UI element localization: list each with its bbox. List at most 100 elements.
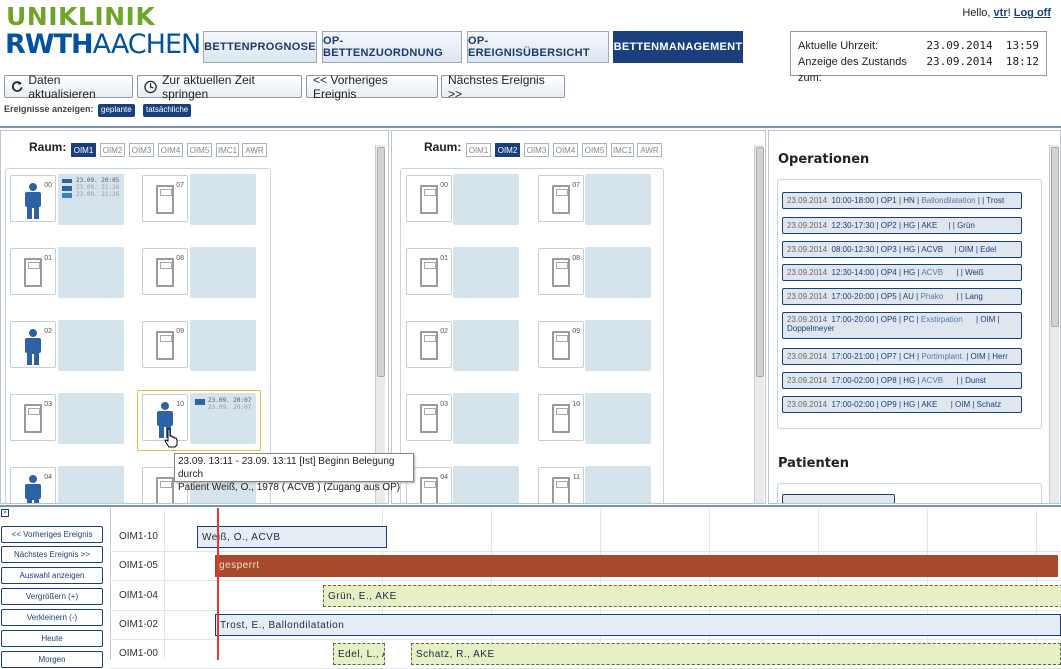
bed-slot-11[interactable] (585, 466, 651, 503)
bed-slot-01[interactable] (453, 247, 519, 298)
greeting-excl: ! (1007, 7, 1011, 19)
bed-09[interactable]: 09 (142, 321, 188, 368)
bed-slot-00[interactable]: 23.09. 20:05 23.09. 21:26 23.09. 21:26 (58, 174, 124, 225)
operation-item[interactable]: 23.09.2014 17:00-20:00 | OP5 | AU | Phak… (782, 288, 1022, 305)
show-selection-button[interactable]: Auswahl anzeigen (1, 567, 103, 584)
room-tab-oim1[interactable]: OIM1 (71, 143, 96, 157)
operations-title: Operationen (778, 152, 870, 167)
bed-slot-04[interactable] (58, 466, 124, 503)
bed-08[interactable]: 08 (538, 248, 584, 295)
next-event-button[interactable]: Nächstes Ereignis >> (441, 73, 565, 101)
bed-number: 04 (44, 474, 52, 481)
bed-10[interactable]: 10 (538, 394, 584, 441)
bed-03[interactable]: 03 (406, 394, 452, 441)
room-tab-oim4[interactable]: OIM4 (553, 143, 578, 157)
bed-09[interactable]: 09 (538, 321, 584, 368)
event-icon (62, 179, 72, 198)
bed-01[interactable]: 01 (10, 248, 56, 295)
room-label: Raum: (29, 140, 67, 154)
planned-bar[interactable]: Grün, E., AKE (323, 585, 1061, 607)
room-tab-oim3[interactable]: OIM3 (129, 143, 154, 157)
bed-slot-04[interactable] (453, 466, 519, 503)
bed-02[interactable]: 02 (406, 321, 452, 368)
room-tab-imc1[interactable]: IMC1 (611, 143, 634, 157)
time-info-box: Aktuelle Uhrzeit: 23.09.2014 13:59 Anzeig… (790, 31, 1047, 84)
patient-item[interactable] (782, 494, 895, 503)
bed-00[interactable]: 00 (406, 175, 452, 222)
current-time-line (217, 508, 219, 660)
room-tab-oim3[interactable]: OIM3 (524, 143, 549, 157)
bed-slot-00[interactable] (453, 174, 519, 225)
operation-item[interactable]: 23.09.2014 17:00-21:00 | OP7 | CH | Port… (782, 348, 1022, 365)
bed-slot-10[interactable] (585, 393, 651, 444)
operation-item[interactable]: 23.09.2014 17:00-02:00 | OP8 | HG | ACVB… (782, 372, 1022, 389)
logoff-link[interactable]: Log off (1014, 7, 1051, 19)
panel2-scrollbar[interactable] (754, 145, 764, 503)
room-label: Raum: (424, 140, 462, 154)
room-tab-oim5[interactable]: OIM5 (187, 143, 212, 157)
bed-04[interactable]: 04 (10, 467, 56, 503)
bed-slot-09[interactable] (190, 320, 256, 371)
blocked-bar[interactable]: gesperrt (215, 555, 1058, 577)
booking-bar[interactable]: Weiß, O., ACVB (197, 526, 387, 548)
bed-slot-08[interactable] (190, 247, 256, 298)
bed-01[interactable]: 01 (406, 248, 452, 295)
operation-item[interactable]: 23.09.2014 08:00-12:30 | OP3 | HG | ACVB… (782, 241, 1022, 258)
jump-to-now-button[interactable]: Zur aktuellen Zeit springen (137, 72, 302, 101)
bed-07[interactable]: 07 (142, 175, 188, 222)
collapse-timeline-icon[interactable]: » (1, 509, 9, 517)
zoom-out-button[interactable]: Verkleinern (-) (1, 609, 103, 626)
bed-03[interactable]: 03 (10, 394, 56, 441)
bed-slot-03[interactable] (453, 393, 519, 444)
bed-slot-10[interactable]: 23.09. 20:07 23.09. 20:07 (190, 393, 256, 444)
bed-slot-02[interactable] (58, 320, 124, 371)
bed-11[interactable]: 11 (538, 467, 584, 503)
bed-07[interactable]: 07 (538, 175, 584, 222)
prev-event-button[interactable]: << Vorheriges Ereignis (306, 73, 438, 101)
refresh-button[interactable]: Daten aktualisieren (4, 73, 133, 101)
patient-icon (23, 183, 43, 220)
bed-slot-01[interactable] (58, 247, 124, 298)
username-link[interactable]: vtr (994, 7, 1008, 19)
bed-slot-09[interactable] (585, 320, 651, 371)
bed-slot-03[interactable] (58, 393, 124, 444)
timeline-row: OIM1-05 gesperrt (110, 552, 1061, 581)
tab-op-ereignisuebersicht[interactable]: OP-EREIGNISÜBERSICHT (467, 31, 609, 63)
jump-label: Zur aktuellen Zeit springen (162, 72, 255, 101)
timeline-prev-event-button[interactable]: << Vorheriges Ereignis (1, 526, 103, 543)
room-tab-oim2[interactable]: OIM2 (495, 143, 520, 157)
room-tab-oim5[interactable]: OIM5 (582, 143, 607, 157)
room-tab-oim4[interactable]: OIM4 (158, 143, 183, 157)
bed-number: 07 (176, 182, 184, 189)
room-tab-oim2[interactable]: OIM2 (100, 143, 125, 157)
operation-item[interactable]: 23.09.2014 17:00-20:00 | OP6 | PC | Exst… (782, 312, 1022, 339)
today-button[interactable]: Heute (1, 630, 103, 647)
planned-events-toggle[interactable]: geplante (98, 104, 135, 117)
bed-slot-08[interactable] (585, 247, 651, 298)
planned-bar[interactable]: Schatz, R., AKE (411, 643, 1061, 665)
timeline-next-event-button[interactable]: Nächstes Ereignis >> (1, 546, 103, 563)
panel1-scrollbar[interactable] (375, 145, 385, 503)
room-tab-oim1[interactable]: OIM1 (466, 143, 491, 157)
room-tab-imc1[interactable]: IMC1 (216, 143, 239, 157)
tab-bettenmanagement[interactable]: BETTENMANAGEMENT (613, 31, 743, 63)
operation-item[interactable]: 23.09.2014 10:00-18:00 | OP1 | HN | Ball… (782, 192, 1022, 209)
planned-bar[interactable]: Edel, L., A (333, 643, 385, 665)
booking-bar[interactable]: Trost, E., Ballondilatation (215, 614, 1061, 636)
bed-slot-07[interactable] (585, 174, 651, 225)
operation-item[interactable]: 23.09.2014 17:00-02:00 | OP9 | HG | AKE … (782, 396, 1022, 413)
operation-item[interactable]: 23.09.2014 12:30-14:00 | OP4 | HG | ACVB… (782, 264, 1022, 281)
bed-08[interactable]: 08 (142, 248, 188, 295)
bed-00[interactable]: 00 (10, 175, 56, 222)
bed-slot-07[interactable] (190, 174, 256, 225)
room-tab-awr[interactable]: AWR (242, 143, 267, 157)
operations-scrollbar[interactable] (1049, 145, 1059, 503)
bed-slot-02[interactable] (453, 320, 519, 371)
operation-item[interactable]: 23.09.2014 12:30-17:30 | OP2 | HG | AKE … (782, 217, 1022, 234)
bed-02[interactable]: 02 (10, 321, 56, 368)
actual-events-toggle[interactable]: tatsächliche (143, 104, 192, 117)
tab-op-bettenzuordnung[interactable]: OP-BETTENZUORDNUNG (322, 31, 462, 63)
tab-bettenprognose[interactable]: BETTENPROGNOSE (203, 31, 317, 63)
zoom-in-button[interactable]: Vergrößern (+) (1, 588, 103, 605)
room-tab-awr[interactable]: AWR (637, 143, 662, 157)
